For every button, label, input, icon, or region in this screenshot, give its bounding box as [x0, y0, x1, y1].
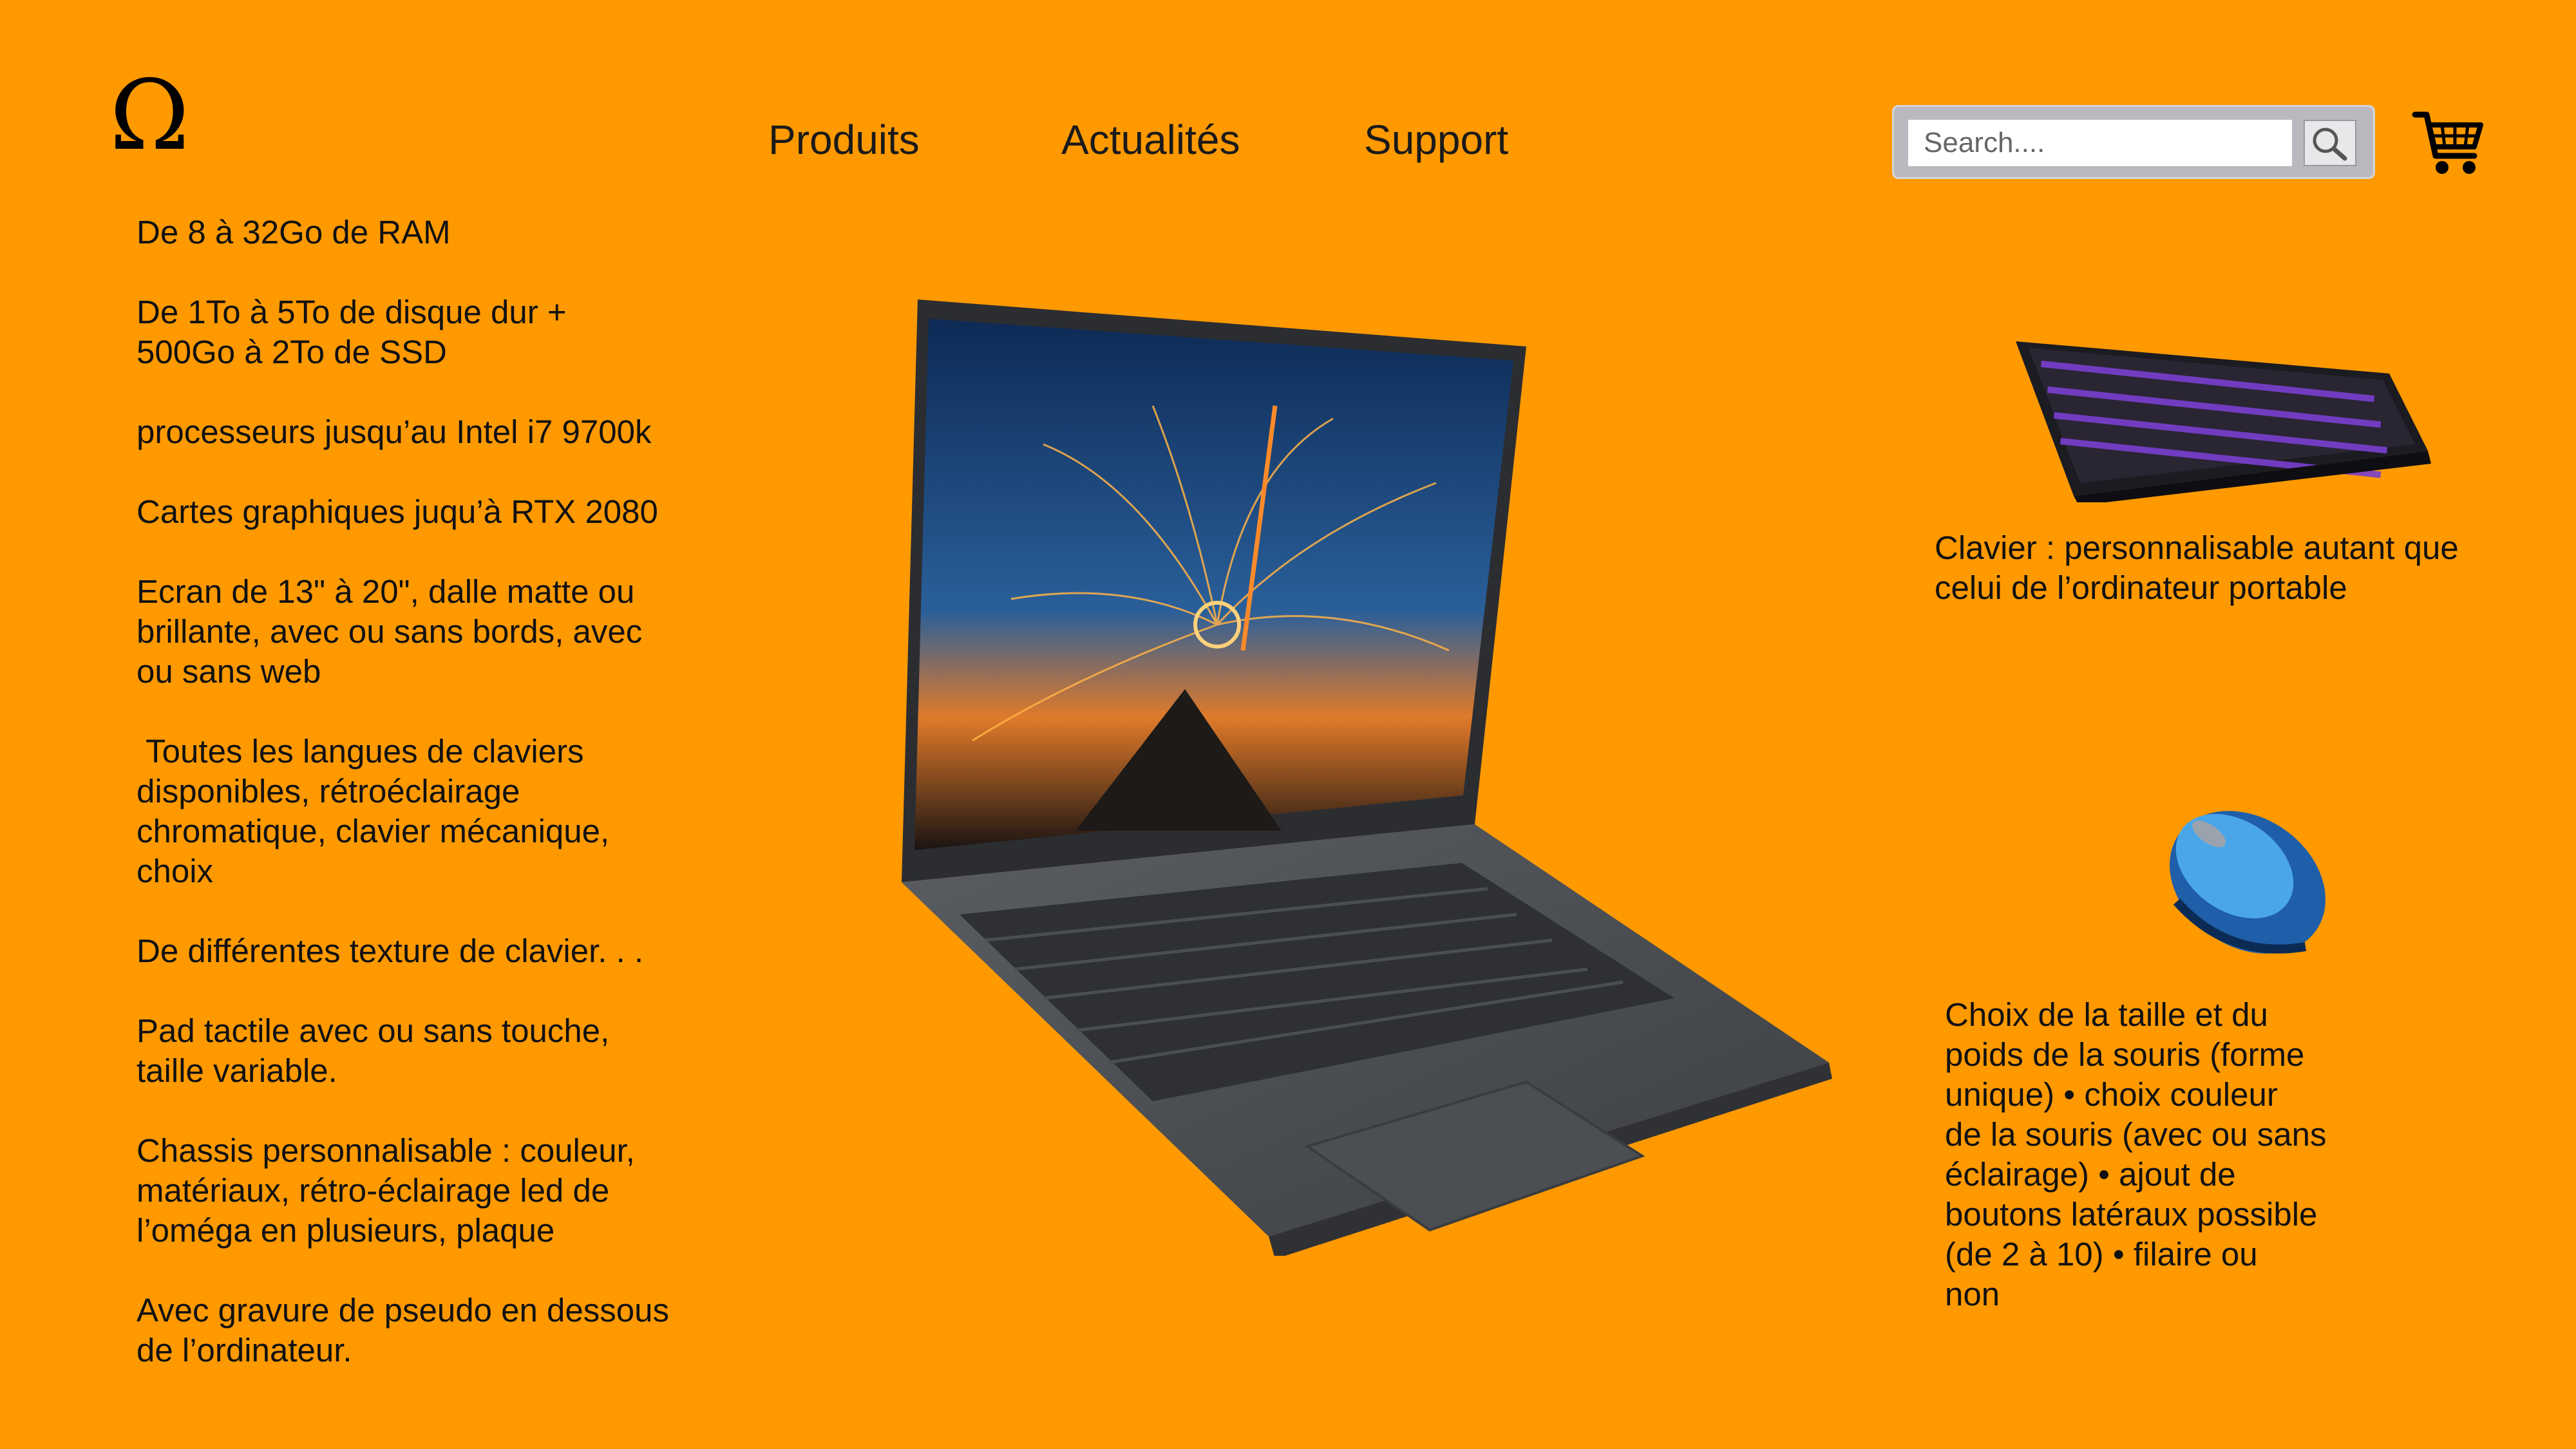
spec-screen: Ecran de 13" à 20", dalle matte ou brill…: [137, 573, 643, 690]
spec-keyboard-lang: Toutes les langues de claviers disponibl…: [137, 733, 610, 889]
spec-cpu: processeurs jusqu’au Intel i7 9700k: [137, 413, 652, 450]
nav-support[interactable]: Support: [1364, 116, 1508, 164]
spec-ram: De 8 à 32Go de RAM: [137, 214, 451, 251]
laptop-image: [902, 299, 1832, 1256]
spec-gpu: Cartes graphiques juqu’à RTX 2080: [137, 493, 658, 530]
spec-chassis: Chassis personnalisable : couleur, matér…: [137, 1132, 635, 1249]
spec-keyboard-texture: De différentes texture de clavier. . .: [137, 933, 644, 969]
keyboard-image: [2016, 341, 2431, 502]
spec-engraving: Avec gravure de pseudo en dessous de l’o…: [137, 1292, 669, 1368]
search-icon: [2313, 128, 2347, 161]
search-bar: [1892, 105, 2375, 179]
brand-logo[interactable]: Ω: [109, 68, 189, 164]
spec-touchpad: Pad tactile avec ou sans touche, taille …: [137, 1012, 610, 1089]
search-button[interactable]: [2304, 120, 2356, 166]
mouse-caption: Choix de la taille et du poids de la sou…: [1945, 996, 2327, 1312]
spec-storage: De 1To à 5To de disque dur + 500Go à 2To…: [137, 294, 567, 370]
keyboard-caption: Clavier : personnalisable autant que cel…: [1935, 529, 2459, 606]
mouse-image: [2170, 811, 2325, 954]
nav-produits[interactable]: Produits: [768, 116, 920, 164]
spec-list: De 8 à 32Go de RAM De 1To à 5To de disqu…: [137, 213, 729, 1410]
nav-actualites[interactable]: Actualités: [1061, 116, 1240, 164]
cart-icon: [2412, 111, 2483, 174]
cart-button[interactable]: [2410, 103, 2487, 180]
search-input[interactable]: [1908, 120, 2292, 166]
